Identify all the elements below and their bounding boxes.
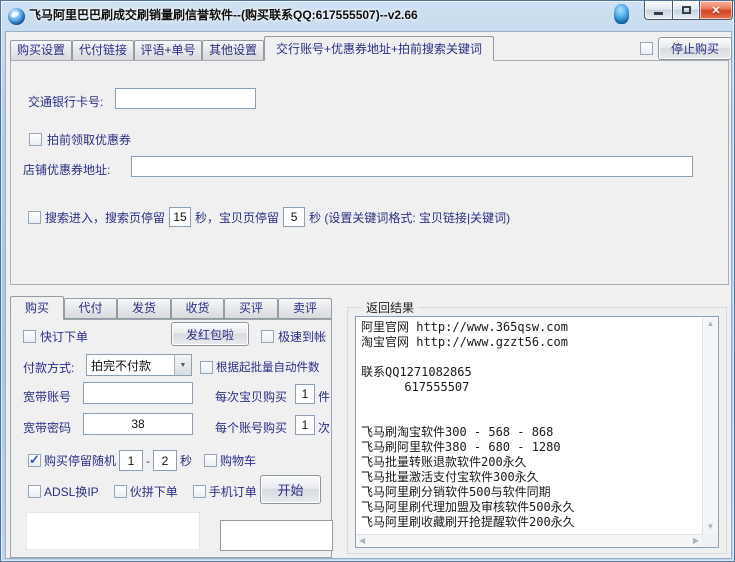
per-account-label: 每个账号购买 [215,419,287,436]
per-item-unit-label: 件 [318,388,330,405]
result-group-label: 返回结果 [362,299,418,316]
scroll-left-icon[interactable]: ◀ [356,534,368,548]
buy-panel: 快订下单 发红包啦 极速到帐 付款方式: 拍完不付款 ▼ 根据起批量自动件数 宽… [10,319,332,558]
broadband-account-label: 宽带账号 [23,388,71,405]
maximize-button[interactable] [673,1,700,20]
cart-label: 购物车 [220,452,256,469]
start-button[interactable]: 开始 [260,475,321,504]
minimize-icon [654,12,663,15]
result-content: 阿里官网 http://www.365qsw.com 淘宝官网 http://w… [361,320,698,529]
scroll-up-icon[interactable]: ▲ [704,317,718,331]
broadband-password-label: 宽带密码 [23,419,71,436]
tab-pay[interactable]: 代付 [64,298,117,319]
fast-arrival-checkbox[interactable] [261,330,274,343]
fast-arrival-label: 极速到帐 [278,328,326,345]
tab-buy-settings[interactable]: 购买设置 [10,40,72,61]
auto-qty-label: 根据起批量自动件数 [216,359,320,375]
tab-buy[interactable]: 购买 [10,296,64,320]
red-packet-button[interactable]: 发红包啦 [171,322,249,346]
adsl-label: ADSL换IP [44,483,99,500]
tray-icon [614,4,629,24]
tab-seller-review[interactable]: 卖评 [278,298,332,319]
mobile-order-label: 手机订单 [209,483,257,500]
bottom-right-input[interactable] [220,520,333,551]
search-prefix-label: 搜索进入，搜索页停留 [45,209,165,226]
search-page-stay-input[interactable] [169,207,191,227]
group-order-checkbox[interactable] [114,485,127,498]
stop-checkbox[interactable] [640,42,653,55]
close-icon: ✕ [711,4,720,17]
payment-method-select[interactable]: 拍完不付款 ▼ [86,354,192,376]
horizontal-scrollbar[interactable]: ◀ ▶ [356,534,702,547]
item-page-stay-input[interactable] [283,207,305,227]
search-enter-checkbox[interactable] [28,211,41,224]
cart-checkbox[interactable] [204,454,217,467]
chevron-down-icon: ▼ [180,362,187,369]
broadband-account-input[interactable] [83,382,193,404]
pre-claim-coupon-checkbox[interactable] [29,133,42,146]
scroll-right-icon[interactable]: ▶ [690,534,702,548]
app-window: 飞马阿里巴巴刷成交刷销量刷信誉软件--(购买联系QQ:617555507)--v… [0,0,735,562]
result-group: 返回结果 阿里官网 http://www.365qsw.com 淘宝官网 htt… [347,307,727,554]
bottom-left-input[interactable] [26,512,200,550]
minimize-button[interactable] [644,1,673,20]
bank-card-label: 交通银行卡号: [28,93,103,110]
scroll-down-icon[interactable]: ▼ [704,520,718,534]
tab-payment-links[interactable]: 代付链接 [72,40,134,61]
stop-buy-button[interactable]: 停止购买 [658,37,732,60]
check-icon: ✓ [29,452,40,468]
quick-order-label: 快订下单 [40,328,88,345]
caption-buttons: ✕ [644,1,733,20]
stay-max-input[interactable] [153,450,177,471]
close-button[interactable]: ✕ [700,1,733,20]
stay-sep-label: - [146,454,150,468]
group-order-label: 伙拼下单 [130,483,178,500]
shop-coupon-input[interactable] [131,156,693,177]
dropdown-button[interactable]: ▼ [174,355,191,375]
app-icon [8,8,25,25]
search-suffix-label: 秒 (设置关键词格式: 宝贝链接|关键词) [309,209,510,226]
stay-random-label: 购买停留随机 [44,452,116,469]
payment-method-value: 拍完不付款 [87,357,174,374]
bank-card-input[interactable] [115,88,256,109]
title-bar: 飞马阿里巴巴刷成交刷销量刷信誉软件--(购买联系QQ:617555507)--v… [1,1,735,31]
client-area: 购买设置 代付链接 评语+单号 其他设置 交行账号+优惠券地址+拍前搜索关键词 … [5,31,732,559]
mobile-order-checkbox[interactable] [193,485,206,498]
tab-other-settings[interactable]: 其他设置 [202,40,264,61]
tab-buyer-review[interactable]: 买评 [224,298,278,319]
shop-coupon-label: 店铺优惠券地址: [23,161,110,178]
stay-random-checkbox[interactable]: ✓ [28,454,41,467]
window-title: 飞马阿里巴巴刷成交刷销量刷信誉软件--(购买联系QQ:617555507)--v… [29,1,418,31]
stay-min-input[interactable] [119,450,143,471]
tab-comments-orders[interactable]: 评语+单号 [134,40,202,61]
pre-claim-coupon-label: 拍前领取优惠券 [47,131,131,148]
result-textarea[interactable]: 阿里官网 http://www.365qsw.com 淘宝官网 http://w… [355,316,719,548]
vertical-scrollbar[interactable]: ▲ ▼ [702,317,718,534]
scrollbar-corner [702,534,718,547]
auto-qty-checkbox[interactable] [200,361,213,374]
tab-receive[interactable]: 收货 [171,298,224,319]
quick-order-checkbox[interactable] [23,330,36,343]
adsl-checkbox[interactable] [28,485,41,498]
payment-method-label: 付款方式: [23,359,74,376]
coupon-settings-page: 交通银行卡号: 拍前领取优惠券 店铺优惠券地址: 搜索进入，搜索页停留 秒，宝贝… [10,60,729,285]
maximize-icon [682,6,691,14]
stay-unit-label: 秒 [180,452,192,469]
tab-ship[interactable]: 发货 [117,298,171,319]
per-account-qty-input[interactable] [295,415,315,435]
per-account-unit-label: 次 [318,419,330,436]
tab-bank-coupon-keywords[interactable]: 交行账号+优惠券地址+拍前搜索关键词 [264,36,494,61]
per-item-qty-input[interactable] [295,384,315,404]
per-item-label: 每次宝贝购买 [215,388,287,405]
search-mid-label: 秒，宝贝页停留 [195,209,279,226]
broadband-password-input[interactable] [83,413,193,435]
